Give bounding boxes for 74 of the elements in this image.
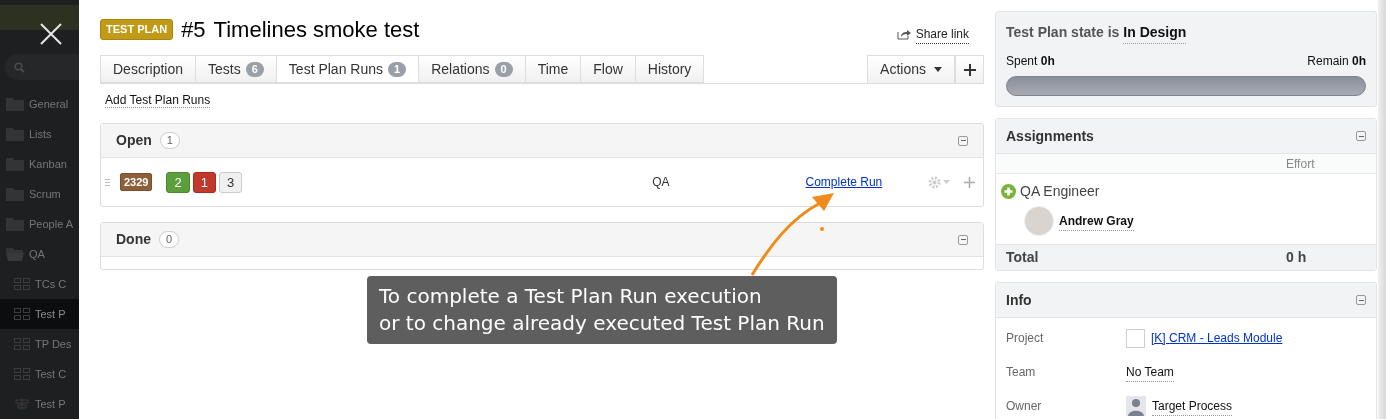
caret-icon — [934, 67, 942, 72]
tab[interactable]: Flow — [581, 55, 636, 83]
panel-title: Assignments — [1006, 126, 1094, 146]
sidebar-item[interactable]: Lists — [0, 119, 79, 149]
sidebar-item[interactable]: TP Des — [0, 329, 79, 359]
add-button[interactable] — [955, 55, 984, 83]
sidebar-item[interactable]: QA — [0, 239, 79, 269]
team-text: QA — [652, 174, 670, 191]
count-badge: 1 — [388, 61, 407, 77]
share-link[interactable]: Share link — [896, 25, 969, 44]
count-badge: 1 — [159, 132, 180, 149]
section-title: Open — [116, 131, 152, 150]
field-label: Project — [1006, 330, 1045, 347]
tab[interactable]: Relations 0 — [419, 55, 526, 83]
sidebar-item[interactable]: Scrum — [0, 179, 79, 209]
tab[interactable]: History — [635, 55, 705, 83]
entity-title: Timelines smoke test — [213, 16, 420, 44]
count-badge: 0 — [494, 61, 513, 77]
grid-icon — [14, 278, 30, 290]
avatar — [1024, 206, 1054, 236]
id-badge[interactable]: 2329 — [120, 173, 153, 191]
count-badge: 6 — [245, 61, 264, 77]
grid-icon — [14, 368, 30, 380]
add-runs-link[interactable]: Add Test Plan Runs — [105, 93, 211, 108]
close-icon[interactable] — [40, 23, 62, 45]
open-folder-icon — [6, 247, 24, 261]
state-value[interactable]: In Design — [1123, 22, 1187, 44]
other-count: 3 — [218, 171, 243, 193]
tab[interactable]: Description — [100, 55, 197, 83]
field-value[interactable]: No Team — [1126, 362, 1174, 382]
spent-text: Spent 0h — [1006, 53, 1055, 70]
user-silhouette-icon — [1126, 396, 1146, 416]
total-label: Total — [1006, 248, 1040, 267]
share-icon — [896, 29, 911, 40]
sidebar-item[interactable]: Test P — [0, 389, 79, 419]
search-icon — [14, 61, 25, 73]
entity-type-badge: TEST PLAN — [100, 19, 174, 40]
person-name[interactable]: Andrew Gray — [1059, 211, 1134, 231]
callout-tooltip: To complete a Test Plan Run execution or to change already executed Test Plan Run — [367, 276, 837, 344]
remain-text: Remain 0h — [1307, 53, 1366, 70]
collapse-icon[interactable] — [958, 234, 968, 245]
plus-icon — [963, 63, 976, 76]
grid-icon — [14, 338, 30, 350]
entity-number: #5 — [181, 16, 206, 44]
column-header: Effort — [1286, 155, 1315, 173]
field-label: Team — [1006, 364, 1037, 381]
search-field[interactable] — [5, 54, 79, 80]
tab[interactable]: Time — [525, 55, 582, 83]
sidebar-item[interactable]: Test P — [0, 299, 79, 329]
collapse-icon[interactable] — [958, 135, 968, 146]
tab[interactable]: Test Plan Runs 1 — [276, 55, 420, 83]
project-color-swatch — [1126, 328, 1145, 348]
sidebar-item[interactable]: General — [0, 89, 79, 119]
field-label: Owner — [1006, 398, 1043, 415]
state-label: Test Plan state is — [1006, 23, 1120, 42]
project-link[interactable]: [K] CRM - Leads Module — [1151, 329, 1283, 347]
collapse-icon[interactable] — [1356, 295, 1366, 305]
complete-run-link[interactable]: Complete Run — [805, 173, 883, 191]
section-title: Done — [116, 230, 151, 249]
role-name: QA Engineer — [1020, 182, 1100, 201]
panel-title: Info — [1006, 290, 1032, 310]
tab[interactable]: Tests 6 — [196, 55, 277, 83]
failed-count: 1 — [192, 171, 216, 193]
sidebar-item[interactable]: Kanban — [0, 149, 79, 179]
passed-count: 2 — [166, 171, 190, 193]
sidebar-item[interactable]: TCs C — [0, 269, 79, 299]
owner-name[interactable]: Target Process — [1152, 396, 1233, 416]
total-value: 0 h — [1286, 248, 1307, 267]
sidebar-item[interactable]: Test C — [0, 359, 79, 389]
collapse-icon[interactable] — [1356, 131, 1366, 141]
count-badge: 0 — [159, 231, 180, 248]
actions-button[interactable]: Actions — [867, 55, 955, 83]
grid-icon — [14, 308, 30, 320]
sidebar-item[interactable]: People A — [0, 209, 79, 239]
